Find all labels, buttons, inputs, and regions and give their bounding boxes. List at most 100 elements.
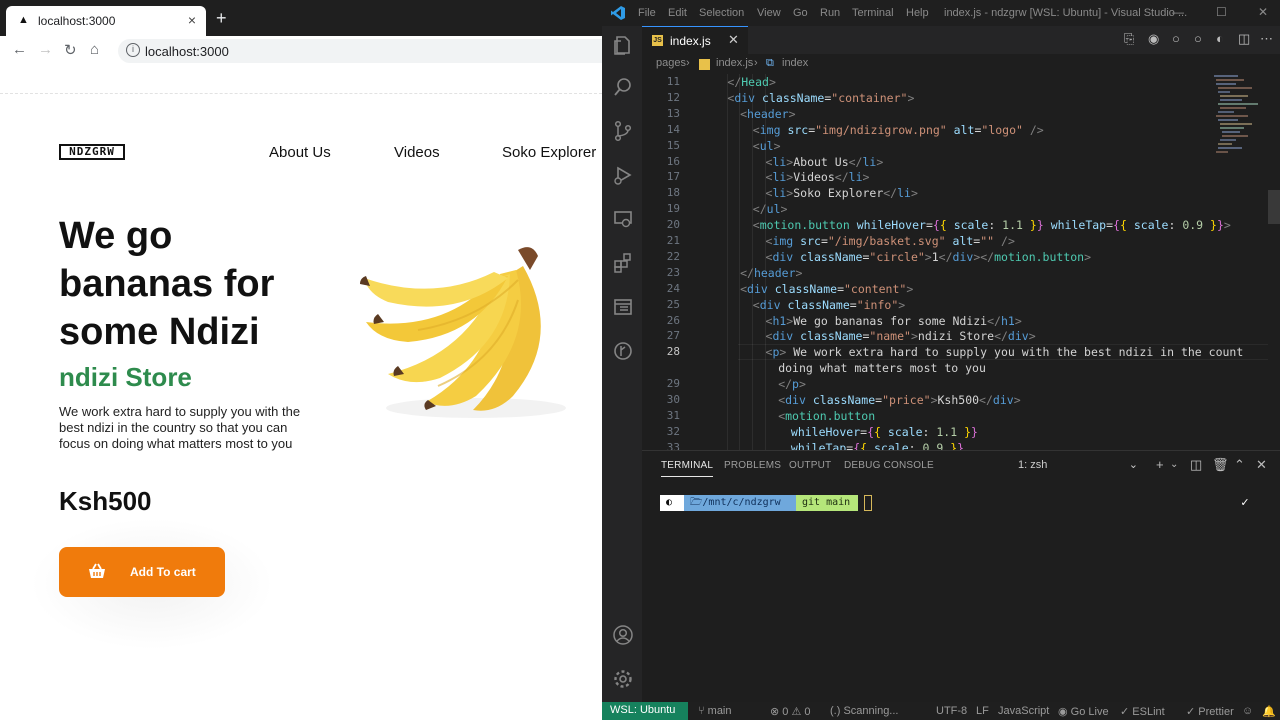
menu-view[interactable]: View [757, 7, 781, 19]
remote-indicator[interactable]: WSL: Ubuntu [602, 702, 688, 720]
compare-icon[interactable]: ⎘ [1124, 31, 1134, 47]
code-line[interactable]: <li>About Us</li> [766, 154, 884, 170]
minimize-icon[interactable]: — [1172, 5, 1184, 19]
more-actions-icon[interactable]: ⋯ [1260, 31, 1273, 47]
status-golive[interactable]: ◉ Go Live [1058, 705, 1109, 718]
explorer-icon[interactable] [612, 34, 634, 56]
status-branch[interactable]: ⑂ main [698, 705, 732, 717]
notifications-bell-icon[interactable]: 🔔 [1262, 705, 1276, 718]
menu-file[interactable]: File [638, 7, 656, 19]
editor-tab-index-js[interactable]: JS index.js ✕ [642, 26, 748, 54]
code-line[interactable]: <motion.button whileHover={{ scale: 1.1 … [753, 217, 1231, 233]
go-forward-icon[interactable]: ○ [1194, 31, 1202, 46]
nav-link-soko-explorer[interactable]: Soko Explorer [502, 144, 596, 161]
code-line[interactable]: doing what matters most to you [778, 360, 986, 376]
menu-help[interactable]: Help [906, 7, 929, 19]
status-prettier[interactable]: ✓ Prettier [1186, 705, 1234, 718]
split-terminal-icon[interactable]: ◫ [1190, 457, 1202, 473]
site-info-icon[interactable]: i [126, 43, 140, 57]
code-line[interactable]: <div className="circle">1</div></motion.… [766, 249, 1092, 265]
code-line[interactable]: <p> We work extra hard to supply you wit… [766, 344, 1244, 360]
remote-explorer-icon[interactable] [612, 208, 634, 230]
source-control-icon[interactable] [612, 120, 634, 142]
close-window-icon[interactable]: ✕ [1258, 5, 1268, 19]
kill-terminal-icon[interactable]: 🗑 [1212, 457, 1229, 473]
code-line[interactable]: <div className="info"> [753, 297, 905, 313]
code-line[interactable]: <motion.button [778, 408, 875, 424]
terminal-select[interactable]: 1: zsh ⌄ [1016, 458, 1144, 476]
code-line[interactable]: <h1>We go bananas for some Ndizi</h1> [766, 313, 1022, 329]
back-arrow-icon[interactable]: ← [12, 41, 27, 58]
tab-problems[interactable]: PROBLEMS [724, 460, 781, 471]
code-line[interactable]: whileHover={{ scale: 1.1 }} [791, 424, 978, 440]
open-changes-icon[interactable]: ◉ [1148, 31, 1159, 47]
reload-icon[interactable]: ↻ [64, 41, 77, 59]
menu-run[interactable]: Run [820, 7, 840, 19]
settings-gear-icon[interactable] [612, 668, 634, 690]
status-eol[interactable]: LF [976, 705, 989, 717]
status-eslint[interactable]: ✓ ESLint [1120, 705, 1165, 718]
gitlens-icon[interactable] [612, 340, 634, 362]
scrollbar-thumb[interactable] [1268, 190, 1280, 224]
accounts-icon[interactable] [612, 624, 634, 646]
new-terminal-icon[interactable]: + [1156, 457, 1164, 472]
site-logo[interactable]: NDZGRW [59, 144, 125, 160]
tab-output[interactable]: OUTPUT [789, 460, 831, 471]
home-icon[interactable]: ⌂ [90, 41, 99, 58]
code-line[interactable]: <div className="content"> [740, 281, 913, 297]
breadcrumb-item-symbol[interactable]: index [782, 57, 808, 69]
code-line[interactable]: </Head> [727, 74, 776, 90]
code-line[interactable]: <ul> [753, 138, 781, 154]
maximize-panel-icon[interactable]: ⌃ [1234, 457, 1245, 473]
chevron-right-icon: › [686, 57, 690, 69]
go-back-icon[interactable]: ○ [1172, 31, 1180, 46]
code-line[interactable]: <img src="/img/basket.svg" alt="" /> [766, 233, 1015, 249]
code-line[interactable]: </header> [740, 265, 802, 281]
tab-debug-console[interactable]: DEBUG CONSOLE [844, 460, 934, 471]
split-editor-icon[interactable]: ◫ [1238, 31, 1250, 47]
code-line[interactable]: <div className="price">Ksh500</div> [778, 392, 1020, 408]
code-line[interactable]: <li>Soko Explorer</li> [766, 185, 918, 201]
breadcrumb-item-file[interactable]: index.js [716, 57, 753, 69]
status-language[interactable]: JavaScript [998, 705, 1049, 717]
status-encoding[interactable]: UTF-8 [936, 705, 967, 717]
code-editor[interactable]: 11 </Head> 12 <div className="container"> 13… [642, 74, 1280, 450]
code-line[interactable]: <img src="img/ndizigrow.png" alt="logo" … [753, 122, 1044, 138]
triangle-favicon-icon: ▲ [18, 14, 29, 26]
code-line[interactable]: whileTap={{ scale: 0.9 }} [791, 440, 964, 450]
feedback-icon[interactable]: ☺ [1242, 705, 1253, 717]
search-icon[interactable] [612, 76, 634, 98]
code-line[interactable]: <div className="container"> [727, 90, 914, 106]
nav-link-about-us[interactable]: About Us [269, 144, 331, 161]
maximize-icon[interactable]: ☐ [1216, 5, 1227, 19]
menu-go[interactable]: Go [793, 7, 808, 19]
menu-terminal[interactable]: Terminal [852, 7, 894, 19]
code-line[interactable]: </p> [778, 376, 806, 392]
close-panel-icon[interactable]: ✕ [1256, 457, 1267, 473]
open-preview-icon[interactable]: ◐ [1216, 31, 1224, 46]
menu-edit[interactable]: Edit [668, 7, 687, 19]
forward-arrow-icon[interactable]: → [38, 41, 53, 58]
close-editor-icon[interactable]: ✕ [728, 32, 739, 48]
extensions-icon[interactable] [612, 252, 634, 274]
run-debug-icon[interactable] [612, 164, 634, 186]
chevron-down-icon[interactable]: ⌄ [1170, 459, 1178, 470]
code-line[interactable]: </ul> [753, 201, 788, 217]
chevron-down-icon: ⌄ [1128, 459, 1138, 471]
editor-scrollbar[interactable] [1268, 74, 1280, 450]
menu-selection[interactable]: Selection [699, 7, 744, 19]
tab-terminal[interactable]: TERMINAL [661, 460, 714, 477]
add-to-cart-button[interactable]: Add To cart [59, 547, 225, 597]
close-tab-icon[interactable]: × [188, 12, 196, 28]
status-problems[interactable]: ⊗ 0 ⚠ 0 [770, 705, 811, 718]
new-tab-icon[interactable]: + [216, 8, 227, 29]
address-bar[interactable]: i localhost:3000 [118, 39, 602, 63]
code-line[interactable]: <header> [740, 106, 795, 122]
nav-link-videos[interactable]: Videos [394, 144, 440, 161]
browser-tab[interactable]: ▲ localhost:3000 × [6, 6, 206, 36]
browser-preview-icon[interactable] [612, 296, 634, 318]
breadcrumb-item-pages[interactable]: pages [656, 57, 686, 69]
code-line[interactable]: <li>Videos</li> [766, 169, 870, 185]
code-line[interactable]: <div className="name">ndizi Store</div> [766, 328, 1036, 344]
minimap[interactable] [1208, 74, 1268, 164]
